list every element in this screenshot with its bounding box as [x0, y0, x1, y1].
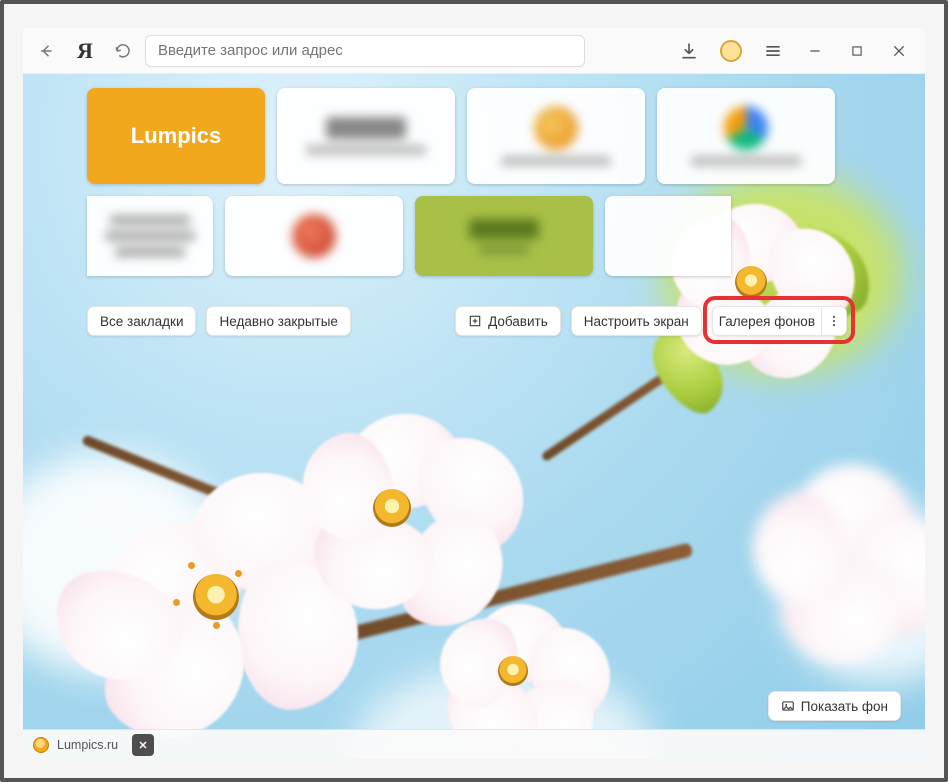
- show-background-button[interactable]: Показать фон: [768, 691, 901, 721]
- screenshot-frame: Я: [0, 0, 948, 782]
- maximize-button[interactable]: [839, 33, 875, 69]
- tab-favicon: [33, 737, 49, 753]
- background-gallery-menu-button[interactable]: [822, 307, 846, 335]
- maximize-icon: [850, 44, 864, 58]
- tiles-row-2: [87, 196, 847, 276]
- new-tab-content: Lumpics Все закладки Недавно закрытые: [23, 74, 925, 759]
- chip-label: Недавно закрытые: [219, 314, 337, 329]
- extension-icon: [720, 40, 742, 62]
- download-icon: [679, 41, 699, 61]
- show-background-wrap: Показать фон: [768, 691, 901, 721]
- chip-label: Настроить экран: [584, 314, 689, 329]
- background-gallery-button[interactable]: Галерея фонов: [713, 307, 821, 335]
- tab-close-button[interactable]: [132, 734, 154, 756]
- arrow-left-icon: [38, 42, 56, 60]
- tile-generic[interactable]: [415, 196, 593, 276]
- hamburger-icon: [763, 41, 783, 61]
- downloads-button[interactable]: [671, 33, 707, 69]
- back-button[interactable]: [31, 35, 63, 67]
- tab-strip: Lumpics.ru: [23, 729, 925, 759]
- more-vertical-icon: [827, 314, 841, 328]
- chip-label: Галерея фонов: [719, 314, 815, 329]
- tile-generic[interactable]: [467, 88, 645, 184]
- recently-closed-button[interactable]: Недавно закрытые: [206, 306, 350, 336]
- tile-generic[interactable]: [657, 88, 835, 184]
- plus-square-icon: [468, 314, 482, 328]
- chip-label: Добавить: [488, 314, 548, 329]
- minimize-icon: [807, 43, 823, 59]
- background-gallery-group: Галерея фонов: [712, 306, 847, 336]
- tile-label: Lumpics: [131, 123, 221, 149]
- yandex-logo[interactable]: Я: [69, 38, 101, 64]
- image-icon: [781, 699, 795, 713]
- all-bookmarks-button[interactable]: Все закладки: [87, 306, 196, 336]
- tile-generic[interactable]: [87, 196, 213, 276]
- close-icon: [891, 43, 907, 59]
- chip-label: Показать фон: [801, 699, 888, 714]
- customize-screen-button[interactable]: Настроить экран: [571, 306, 702, 336]
- minimize-button[interactable]: [797, 33, 833, 69]
- tableau-actions: Все закладки Недавно закрытые Добавить Н…: [87, 306, 847, 336]
- browser-window: Я: [23, 28, 925, 759]
- reload-button[interactable]: [107, 35, 139, 67]
- tile-generic[interactable]: [605, 196, 731, 276]
- tiles-row-1: Lumpics: [87, 88, 847, 184]
- chip-label: Все закладки: [100, 314, 183, 329]
- menu-button[interactable]: [755, 33, 791, 69]
- tile-generic[interactable]: [277, 88, 455, 184]
- tile-generic[interactable]: [225, 196, 403, 276]
- close-icon: [137, 739, 149, 751]
- tile-lumpics[interactable]: Lumpics: [87, 88, 265, 184]
- reload-icon: [114, 42, 132, 60]
- add-tile-button[interactable]: Добавить: [455, 306, 561, 336]
- omnibox[interactable]: [145, 35, 585, 67]
- tab[interactable]: Lumpics.ru: [33, 734, 154, 756]
- close-window-button[interactable]: [881, 33, 917, 69]
- toolbar: Я: [23, 28, 925, 74]
- omnibox-input[interactable]: [158, 42, 572, 59]
- speed-dial: Lumpics: [87, 88, 847, 276]
- extension-badge[interactable]: [713, 33, 749, 69]
- tab-label: Lumpics.ru: [57, 738, 118, 752]
